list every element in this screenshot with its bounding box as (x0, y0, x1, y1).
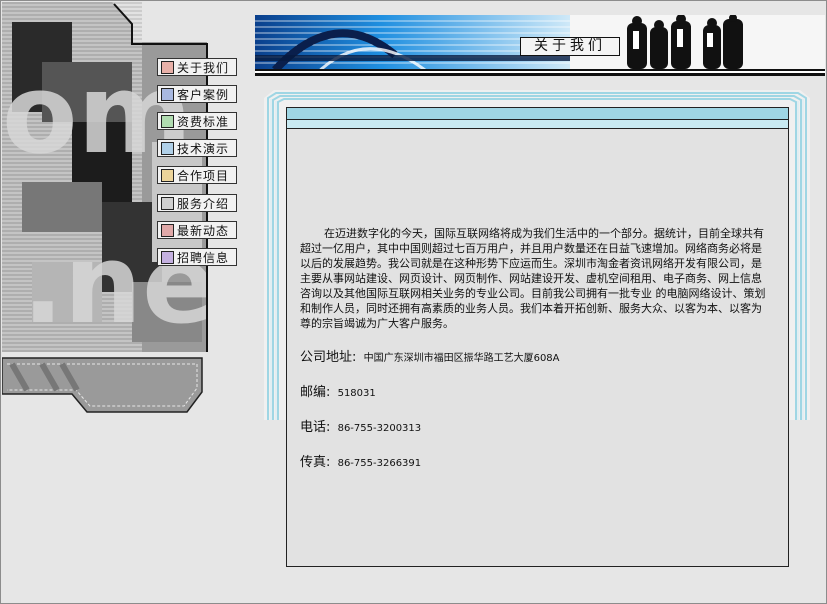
partner-icon (161, 168, 174, 182)
intro-paragraph: 在迈进数字化的今天，国际互联网络将成为我们生活中的一个部分。据统计，目前全球共有… (300, 227, 766, 330)
svg-text:.net: .net (22, 220, 208, 348)
about-icon (161, 60, 174, 74)
address-label: 公司地址: (300, 350, 357, 365)
nav-item-label: 技术演示 (177, 141, 230, 156)
content-panel: 在迈进数字化的今天，国际互联网络将成为我们生活中的一个部分。据统计，目前全球共有… (286, 107, 789, 567)
page-title: 关于我们 (520, 37, 620, 56)
nav-item-label: 关于我们 (177, 60, 230, 75)
demo-icon (161, 141, 174, 155)
nav-item-cases[interactable]: 客户案例 (157, 85, 237, 103)
address-row: 公司地址: 中国广东深圳市福田区振华路工艺大厦608A (300, 346, 560, 365)
cases-icon (161, 87, 174, 101)
nav-item-about[interactable]: 关于我们 (157, 58, 237, 76)
phone-value: 86-755-3200313 (337, 423, 422, 434)
fax-label: 传真: (300, 455, 331, 470)
nav-item-label: 服务介绍 (177, 196, 230, 211)
jobs-icon (161, 250, 174, 264)
postcode-value: 518031 (337, 388, 376, 399)
header-banner: 关于我们 (255, 14, 825, 77)
nav-item-news[interactable]: 最新动态 (157, 221, 237, 239)
address-value: 中国广东深圳市福田区振华路工艺大厦608A (363, 353, 560, 364)
postcode-row: 邮编: 518031 (300, 381, 376, 400)
fax-row: 传真: 86-755-3266391 (300, 451, 421, 470)
fax-value: 86-755-3266391 (337, 458, 422, 469)
service-icon (161, 196, 174, 210)
nav-item-label: 最新动态 (177, 223, 230, 238)
phone-label: 电话: (300, 420, 331, 435)
nav-item-service[interactable]: 服务介绍 (157, 194, 237, 212)
nav-item-jobs[interactable]: 招聘信息 (157, 248, 237, 266)
nav-item-label: 合作项目 (177, 168, 230, 183)
postcode-label: 邮编: (300, 385, 331, 400)
nav-item-pricing[interactable]: 资费标准 (157, 112, 237, 130)
nav-item-demo[interactable]: 技术演示 (157, 139, 237, 157)
pricing-icon (161, 114, 174, 128)
news-icon (161, 223, 174, 237)
nav-item-partner[interactable]: 合作项目 (157, 166, 237, 184)
nav-item-label: 客户案例 (177, 87, 230, 102)
nav-item-label: 招聘信息 (177, 250, 230, 265)
content-top-stripe (287, 119, 788, 128)
phone-row: 电话: 86-755-3200313 (300, 416, 421, 435)
nav-item-label: 资费标准 (177, 114, 230, 129)
